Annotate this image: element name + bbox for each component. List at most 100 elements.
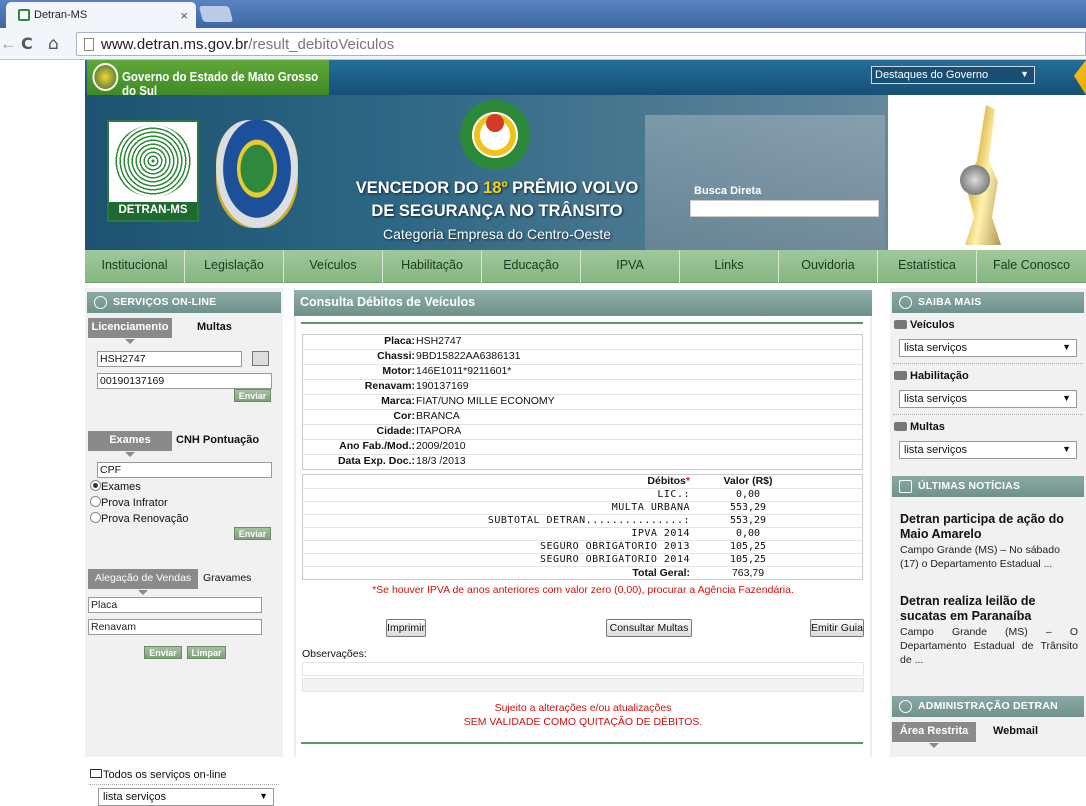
ultimas-noticias-title: ÚLTIMAS NOTÍCIAS (918, 480, 1021, 492)
radio-exames[interactable] (90, 480, 101, 491)
tab-multas[interactable]: Multas (197, 318, 232, 338)
consultar-multas-button[interactable]: Consultar Multas (606, 619, 692, 637)
cat-veiculos-label: Veículos (894, 319, 955, 331)
divider (89, 784, 279, 785)
header-banner: DETRAN-MS VENCEDOR DO 18º PRÊMIO VOLVO D… (85, 95, 1086, 250)
label: Placa: (384, 335, 415, 347)
total-geral-row: Total Geral: 763,79 (303, 567, 862, 580)
tab-cnh-pontuacao[interactable]: CNH Pontuação (176, 431, 259, 451)
tab-exames[interactable]: Exames (88, 431, 172, 457)
value: 190137169 (416, 380, 469, 392)
value: FIAT/UNO MILLE ECONOMY (416, 395, 555, 407)
list-icon (90, 769, 102, 778)
alegacao-renavam-input[interactable]: Renavam (88, 619, 262, 635)
limpar-button[interactable]: Limpar (187, 646, 226, 659)
menu-educacao[interactable]: Educação (482, 250, 581, 283)
close-tab-icon[interactable]: × (180, 8, 188, 23)
vehicle-row-data-exp: Data Exp. Doc.: 18/3 /2013 (303, 455, 862, 470)
busca-direta-label: Busca Direta (694, 185, 762, 197)
enviar-exames-button[interactable]: Enviar (234, 527, 271, 540)
menu-ouvidoria[interactable]: Ouvidoria (779, 250, 878, 283)
cat-veiculos-text: Veículos (910, 319, 955, 331)
debito-row: IPVA 2014 0,00 (303, 528, 862, 541)
gov-title: Governo do Estado de Mato Grosso do Sul (121, 70, 319, 98)
menu-legislacao[interactable]: Legislação (185, 250, 284, 283)
vehicle-row-marca: Marca: FIAT/UNO MILLE ECONOMY (303, 395, 862, 410)
vehicle-row-cor: Cor: BRANCA (303, 410, 862, 425)
observacoes-line (302, 678, 864, 692)
debito-value: 0,00 (735, 489, 761, 500)
back-icon[interactable]: ← (0, 34, 17, 54)
destaques-select[interactable]: Destaques do Governo ▼ (871, 66, 1035, 84)
cat-habilitacao-text: Habilitação (910, 370, 969, 382)
enviar-licenciamento-button[interactable]: Enviar (234, 389, 271, 402)
veiculos-select[interactable]: lista serviços ▼ (899, 339, 1077, 357)
vehicle-row-chassi: Chassi: 9BD15822AA6386131 (303, 350, 862, 365)
debitos-asterisk: * (685, 475, 690, 487)
browser-tab[interactable]: Detran-MS × (6, 2, 196, 28)
cat-multas-label: Multas (894, 421, 945, 433)
busca-direta-input[interactable] (690, 200, 879, 217)
news-title-link[interactable]: Detran realiza leilão de sucatas em Para… (900, 594, 1078, 624)
enviar-alegacao-button[interactable]: Enviar (144, 646, 182, 659)
value: 146E1011*9211601* (416, 365, 512, 377)
debito-row: SUBTOTAL DETRAN...............: 553,29 (303, 515, 862, 528)
url-host: www.detran.ms.gov.br (101, 36, 249, 53)
news-description: Campo Grande (MS) – O Departamento Estad… (900, 626, 1078, 666)
cat-multas-text: Multas (910, 421, 945, 433)
tab-area-restrita[interactable]: Área Restrita (892, 722, 976, 748)
lista-servicos-select[interactable]: lista serviços ▼ (98, 788, 274, 806)
consulta-debitos-panel: Consulta Débitos de Veículos Placa: HSH27… (294, 290, 872, 757)
new-tab-button[interactable] (198, 6, 234, 22)
chevron-down-icon: ▼ (1062, 342, 1071, 352)
radio-prova-renovacao[interactable] (90, 512, 101, 523)
chevron-down-icon: ▼ (259, 791, 268, 801)
tab-licenciamento[interactable]: Licenciamento (88, 318, 172, 344)
reload-icon[interactable]: C (21, 34, 33, 53)
menu-links[interactable]: Links (680, 250, 779, 283)
gov-logo-link[interactable]: Governo do Estado de Mato Grosso do Sul (87, 60, 329, 98)
menu-habilitacao[interactable]: Habilitação (383, 250, 482, 283)
plus-circle-icon (899, 296, 912, 309)
value: BRANCA (416, 410, 460, 422)
page-icon (84, 38, 94, 51)
main-menu: Institucional Legislação Veículos Habili… (85, 250, 1086, 283)
news-description: Campo Grande (MS) – No sábado (17) o Dep… (900, 544, 1060, 570)
award-headline: VENCEDOR DO 18º PRÊMIO VOLVO DE SEGURANÇ… (347, 177, 647, 246)
multas-select-value: lista serviços (904, 444, 967, 456)
star-icon (1074, 60, 1086, 95)
debito-label: LIC.: (657, 489, 690, 500)
detran-logo[interactable]: DETRAN-MS (107, 120, 199, 222)
placa-input[interactable]: HSH2747 (97, 351, 242, 367)
radio-prova-infrator[interactable] (90, 496, 101, 507)
imprimir-button[interactable]: Imprimir (386, 619, 426, 637)
tab-gravames[interactable]: Gravames (203, 569, 251, 589)
headline-highlight: 18º (483, 179, 508, 197)
cpf-input[interactable]: CPF (97, 462, 272, 478)
menu-fale-conosco[interactable]: Fale Conosco (977, 250, 1086, 283)
volvo-award-seal-icon (460, 100, 530, 170)
tab-webmail[interactable]: Webmail (993, 722, 1038, 742)
address-bar[interactable]: www.detran.ms.gov.br/result_debitoVeicul… (76, 32, 1086, 56)
calendar-icon[interactable] (252, 351, 269, 366)
debitos-header-row: Débitos* Valor (R$) (303, 475, 862, 489)
menu-ipva[interactable]: IPVA (581, 250, 680, 283)
menu-institucional[interactable]: Institucional (85, 250, 185, 283)
habilitacao-select[interactable]: lista serviços ▼ (899, 390, 1077, 408)
multas-select[interactable]: lista serviços ▼ (899, 441, 1077, 459)
renavam-input[interactable]: 00190137169 (97, 373, 272, 389)
news-title-link[interactable]: Detran participa de ação do Maio Amarelo (900, 512, 1078, 542)
debito-label: MULTA URBANA (611, 502, 690, 513)
observacoes-line (302, 662, 864, 676)
debitos-table: Débitos* Valor (R$) LIC.: 0,00 MULTA URBAN… (302, 474, 863, 580)
divider (301, 742, 863, 744)
chevron-down-icon: ▼ (1062, 393, 1071, 403)
home-icon[interactable]: ⌂ (48, 34, 59, 54)
emitir-guia-button[interactable]: Emitir Guia (810, 619, 864, 637)
alegacao-placa-input[interactable]: Placa (88, 597, 262, 613)
tab-alegacao-vendas[interactable]: Alegação de Vendas (88, 569, 198, 595)
destaques-select-value: Destaques do Governo (875, 69, 989, 81)
debito-label: SUBTOTAL DETRAN...............: (487, 515, 690, 526)
menu-veiculos[interactable]: Veículos (284, 250, 383, 283)
menu-estatistica[interactable]: Estatística (878, 250, 977, 283)
